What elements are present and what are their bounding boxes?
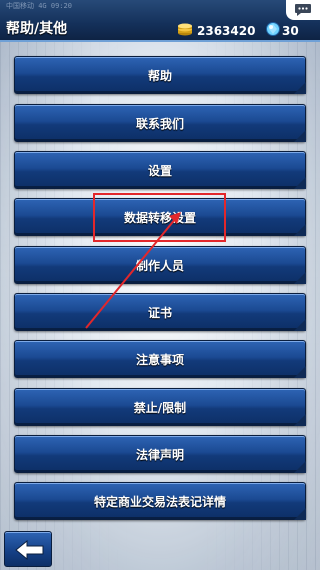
menu-item-label: 法律声明 [135,448,184,462]
menu-item-label: 禁止/限制 [133,401,187,415]
menu-item-help[interactable]: 帮助 [14,56,306,94]
coin-balance: 2363420 [197,24,256,38]
menu-item-label: 证书 [147,306,172,320]
menu-item-label: 特定商业交易法表记详情 [93,495,226,509]
page-title: 帮助/其他 [6,21,68,37]
menu-item-contact-us[interactable]: 联系我们 [14,104,306,142]
menu-item-restrictions[interactable]: 禁止/限制 [14,388,306,426]
chat-button[interactable] [286,0,320,20]
back-arrow-icon [15,539,44,561]
menu-item-legal-notice[interactable]: 法律声明 [14,435,306,473]
menu-item-label: 制作人员 [135,259,184,273]
top-bar: 中国移动 4G 09:20 帮助/其他 2363420 30 [0,0,320,42]
menu-item-label: 帮助 [147,69,172,83]
highlight-box [93,193,226,242]
status-bar-text: 中国移动 4G 09:20 [6,2,72,10]
menu-item-label: 设置 [147,164,172,178]
menu-item-notices[interactable]: 注意事项 [14,340,306,378]
gem-orb-icon [266,22,280,36]
menu-item-licenses[interactable]: 证书 [14,293,306,331]
coin-stack-icon [178,23,192,36]
menu-item-label: 联系我们 [135,117,184,131]
menu-item-credits[interactable]: 制作人员 [14,246,306,284]
menu-item-settings[interactable]: 设置 [14,151,306,189]
chat-bubble-icon [295,4,311,16]
gem-balance: 30 [282,24,299,38]
menu-item-commercial-transactions[interactable]: 特定商业交易法表记详情 [14,482,306,520]
back-button[interactable] [4,531,52,567]
menu-item-label: 注意事项 [135,353,184,367]
